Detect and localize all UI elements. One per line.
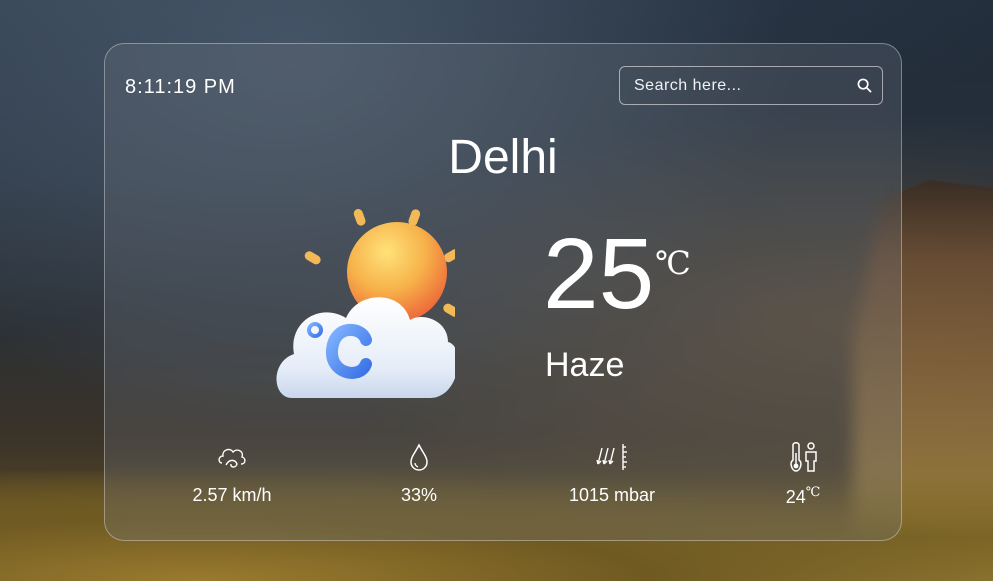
weather-condition: Haze [545, 346, 625, 384]
temperature-value: 25 [543, 218, 655, 330]
feels-like-icon [790, 442, 817, 472]
search-box [619, 66, 883, 105]
city-name: Delhi [448, 131, 558, 184]
weather-stats: 2.57 km/h 33% 1015 mbar 24℃ [105, 439, 901, 519]
feels-like-unit: ℃ [805, 485, 821, 500]
humidity-value: 33% [400, 485, 438, 505]
feels-like-value: 24℃ [785, 485, 821, 507]
wind-value: 2.57 km/h [192, 485, 272, 505]
clock: 8:11:19 PM [125, 76, 236, 98]
search-icon [857, 78, 871, 93]
stat-feels-like: 24℃ [733, 439, 873, 508]
stat-wind: 2.57 km/h [162, 439, 302, 506]
stat-humidity: 33% [349, 439, 489, 506]
humidity-drop-icon [410, 443, 428, 471]
temperature-unit: ℃ [655, 244, 691, 282]
sun-cloud-celsius-icon [276, 209, 455, 398]
pressure-value: 1015 mbar [568, 485, 656, 505]
search-button[interactable] [846, 68, 882, 104]
weather-card: 8:11:19 PM Delhi [104, 43, 902, 541]
pressure-icon [596, 444, 627, 470]
search-input[interactable] [620, 75, 846, 96]
wind-icon [218, 448, 246, 468]
stat-pressure: 1015 mbar [542, 439, 682, 506]
